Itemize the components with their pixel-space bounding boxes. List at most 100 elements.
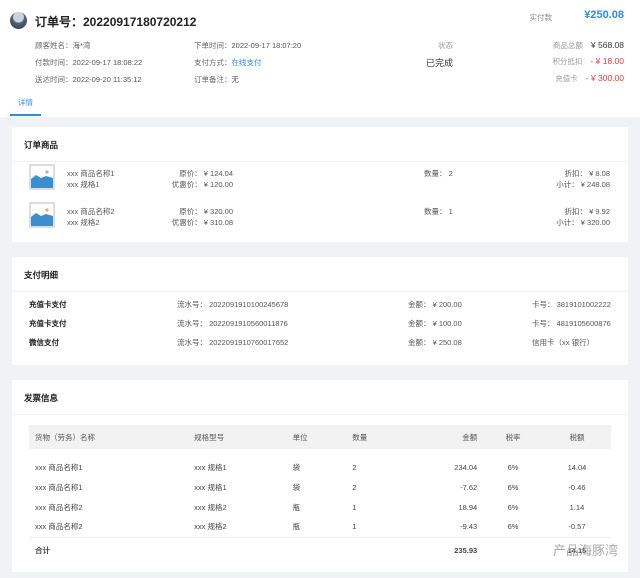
table-cell [188,536,287,563]
table-cell: 6% [507,482,519,492]
column-header: 税额 [542,425,611,449]
original-price: 原价： ¥ 320.00 [179,207,233,216]
avatar [10,12,27,29]
discount: 折扣： ¥ 8.08 [564,169,610,178]
payment-type: 充值卡支付 [29,300,67,309]
product-image-icon [29,202,55,228]
table-cell: 14.04 [567,462,587,472]
total-total_label: 合计 [29,536,189,563]
tab-details[interactable]: 详情 [10,96,41,116]
table-cell: xxx 规格1 [194,482,227,492]
column-header: 单位 [286,425,347,449]
card-number: 卡号： 3819101002222 [532,300,611,309]
table-cell: xxx 规格2 [194,502,227,512]
column-header: 数量 [346,425,406,449]
page-title: 订单号：20220917180720212 [35,15,197,29]
table-cell: 1.14 [569,502,585,512]
table-cell: -7.62 [460,482,478,492]
column-header: 货物（劳务）名称 [29,425,189,449]
watermark: 产品海豚湾 [552,543,618,558]
table-cell: xxx 商品名称2 [35,522,83,532]
payment-amount: 金额： ¥ 200.00 [408,300,462,309]
table-cell: -0.46 [568,482,586,492]
table-cell: 1 [352,522,357,532]
table-cell: 6% [507,502,519,512]
column-header: 规格型号 [188,425,287,449]
table-cell: 234.04 [454,462,478,472]
order-time: 下单时间：2022-09-17 18:07:20 [194,41,302,50]
table-cell: xxx 规格2 [194,522,227,532]
original-price: 原价： ¥ 124.04 [179,169,233,178]
table-cell: -0.57 [568,522,586,532]
subtotal: 小计： ¥ 320.00 [556,218,610,227]
payment-amount: 金额： ¥ 250.08 [408,338,462,347]
payment-amount: 金额： ¥ 100.00 [408,319,462,328]
table-cell: 6% [507,522,519,532]
table-cell: 2 [352,462,357,472]
customer-name: 顾客姓名：海*湾 [35,41,91,50]
serial-number: 流水号： 2022091910100245678 [177,300,289,309]
quantity: 数量： 2 [424,169,453,178]
table-cell: xxx 商品名称1 [35,462,83,472]
sale-price: 优惠价： ¥ 120.00 [171,180,233,189]
pay-method-link[interactable]: 在线支付 [232,58,262,67]
invoice-table: 货物（劳务）名称 规格型号 单位 数量 金额 税率 税额 xxx 商品名称1 xxx 规格1 袋… [29,425,611,563]
serial-number: 流水号： 2022091910760017652 [177,338,289,347]
table-row: xxx 商品名称2 xxx 规格2 瓶 1 18.94 6% 1.14 [29,497,611,517]
points-deduction: 积分抵扣 - ¥ 18.00 [552,56,624,66]
column-header: 税率 [483,425,543,449]
invoice-card: 发票信息 货物（劳务）名称 规格型号 单位 数量 金额 税率 税额 xxx 商品名称1 xxx… [12,380,628,572]
pay-time: 付款时间：2022-09-17 18:08:22 [35,58,143,67]
product-name: xxx 商品名称2 [67,207,115,216]
quantity: 数量： 1 [424,207,453,216]
table-cell: xxx 规格1 [194,462,227,472]
table-cell [483,536,543,563]
paid-label: 实付款 [529,13,553,22]
table-cell: xxx 商品名称2 [35,502,83,512]
column-header: 金额 [405,425,484,449]
card-number: 信用卡（xx 银行） [532,338,595,347]
product-spec: xxx 规格1 [67,180,100,189]
table-cell: xxx 商品名称1 [35,482,83,492]
table-cell: 瓶 [292,502,301,512]
paid-value: ¥250.08 [584,9,624,21]
pay-method: 支付方式：在线支付 [194,58,262,67]
goods-card: 订单商品 xxx 商品名称1 xxx 规格1 原价： ¥ 124.04 优惠价： ¥ … [12,127,628,242]
table-cell [286,536,347,563]
serial-number: 流水号： 2022091910560011876 [177,319,288,328]
table-cell: 18.94 [458,502,478,512]
status-value: 已完成 [426,58,454,68]
sale-price: 优惠价： ¥ 310.08 [171,218,233,227]
section-title: 订单商品 [12,127,628,162]
goods-total: 商品总额 ¥ 568.08 [552,40,624,50]
section-title: 发票信息 [12,380,628,415]
table-row: xxx 商品名称1 xxx 规格1 袋 2 234.04 6% 14.04 [29,449,611,477]
delivery-time: 送达时间：2022-09-20 11:35:12 [35,75,142,84]
table-cell: 2 [352,482,357,492]
table-cell: 袋 [292,482,301,492]
order-header: 订单号：20220917180720212 顾客姓名：海*湾 下单时间：2022… [0,0,640,117]
table-cell: 袋 [292,462,301,472]
product-image-icon [29,164,55,190]
table-row: xxx 商品名称2 xxx 规格2 瓶 1 -9.43 6% -0.57 [29,517,611,537]
table-row: xxx 商品名称1 xxx 规格1 袋 2 -7.62 6% -0.46 [29,477,611,497]
total-row: 合计 235.93 14.15 [29,536,611,563]
card-deduction: 充值卡 - ¥ 300.00 [555,73,624,83]
table-cell: 1 [352,502,357,512]
discount: 折扣： ¥ 9.92 [564,207,610,216]
subtotal: 小计： ¥ 248.08 [556,180,610,189]
table-cell: 瓶 [292,522,301,532]
table-cell: 6% [507,462,519,472]
order-remark: 订单备注：无 [194,75,239,84]
section-title: 支付明细 [12,257,628,292]
card-number: 卡号： 4819105600876 [532,319,611,328]
total-total_amount: 235.93 [405,536,484,563]
product-spec: xxx 规格2 [67,218,100,227]
status-label: 状态 [438,41,453,50]
table-cell [346,536,406,563]
payment-card: 支付明细 充值卡支付 流水号： 2022091910100245678 金额： ¥ … [12,257,628,365]
product-name: xxx 商品名称1 [67,169,115,178]
payment-type: 微信支付 [29,338,59,347]
payment-type: 充值卡支付 [29,319,67,328]
table-cell: -9.43 [460,522,478,532]
